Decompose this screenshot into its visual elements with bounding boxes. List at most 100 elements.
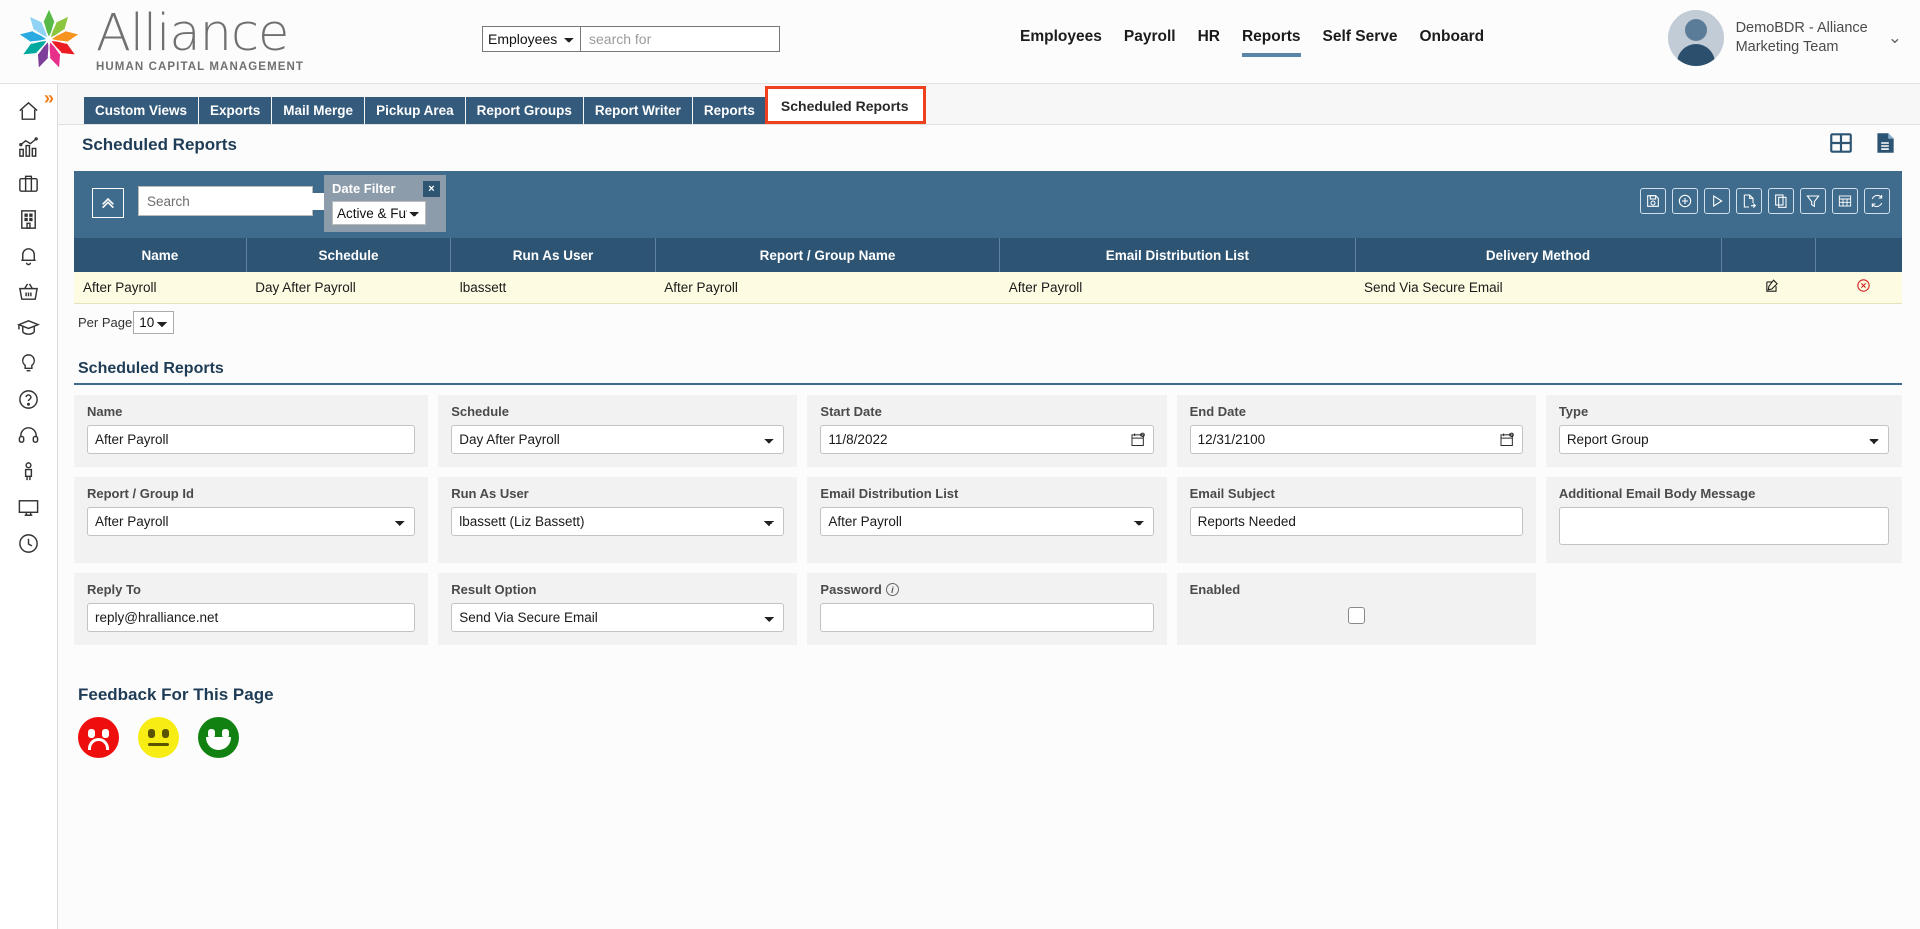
- per-page-control: Per Page 10: [74, 310, 1902, 334]
- col-delivery-method[interactable]: Delivery Method: [1355, 238, 1722, 272]
- run-as-user-select[interactable]: lbassett (Liz Bassett): [451, 506, 785, 536]
- date-filter-select[interactable]: Active & Future: [332, 201, 426, 225]
- sidebar-expand-icon[interactable]: »: [44, 88, 54, 109]
- building-icon[interactable]: [14, 204, 44, 234]
- grid-search-box[interactable]: [138, 186, 339, 216]
- field-password: Password i: [807, 572, 1167, 645]
- basket-icon[interactable]: [14, 276, 44, 306]
- person-icon[interactable]: [14, 456, 44, 486]
- calendar-icon: [1500, 432, 1514, 446]
- report-group-id-select[interactable]: After Payroll: [87, 506, 416, 536]
- calendar-icon: [1131, 432, 1145, 446]
- reply-to-input[interactable]: [87, 602, 416, 632]
- export-doc-icon[interactable]: [1736, 188, 1762, 214]
- cell-run-as-user: lbassett: [450, 272, 656, 304]
- nav-hr[interactable]: HR: [1198, 28, 1220, 57]
- tab-scheduled-reports[interactable]: Scheduled Reports: [769, 91, 920, 121]
- per-page-select[interactable]: 10: [133, 310, 175, 334]
- neutral-face-icon[interactable]: [138, 716, 179, 758]
- filter-funnel-icon[interactable]: [1800, 188, 1826, 214]
- table-row[interactable]: After Payroll Day After Payroll lbassett…: [74, 272, 1902, 304]
- search-input[interactable]: [580, 26, 780, 52]
- analytics-icon[interactable]: [14, 132, 44, 162]
- home-icon[interactable]: [14, 96, 44, 126]
- field-email-subject: Email Subject: [1176, 476, 1536, 563]
- copy-icon[interactable]: [1768, 188, 1794, 214]
- tab-report-writer[interactable]: Report Writer: [583, 97, 692, 124]
- nav-onboard[interactable]: Onboard: [1420, 28, 1485, 57]
- graduation-cap-icon[interactable]: [14, 312, 44, 342]
- additional-email-body-textarea[interactable]: [1558, 506, 1890, 545]
- nav-payroll[interactable]: Payroll: [1124, 28, 1176, 57]
- tab-reports[interactable]: Reports: [692, 97, 766, 124]
- col-run-as-user[interactable]: Run As User: [450, 238, 656, 272]
- bell-icon[interactable]: [14, 240, 44, 270]
- schedule-select[interactable]: Day After Payroll: [451, 424, 785, 454]
- nav-reports[interactable]: Reports: [1241, 28, 1301, 57]
- field-email-subject-label: Email Subject: [1189, 485, 1275, 501]
- briefcase-icon[interactable]: [14, 168, 44, 198]
- col-report-group-name[interactable]: Report / Group Name: [655, 238, 1001, 272]
- detail-section-title: Scheduled Reports: [78, 359, 224, 377]
- user-menu[interactable]: DemoBDR - Alliance Marketing Team ⌄: [1667, 10, 1902, 66]
- result-option-select[interactable]: Send Via Secure Email: [451, 602, 785, 632]
- nav-self-serve[interactable]: Self Serve: [1323, 28, 1398, 57]
- table-grid-icon[interactable]: [1832, 188, 1858, 214]
- email-subject-input[interactable]: [1189, 506, 1523, 536]
- row-edit-button[interactable]: [1721, 272, 1816, 304]
- tab-exports[interactable]: Exports: [199, 97, 272, 124]
- password-input[interactable]: [820, 602, 1154, 632]
- lightbulb-icon[interactable]: [14, 348, 44, 378]
- col-name[interactable]: Name: [74, 238, 247, 272]
- cell-report-group-name: After Payroll: [655, 272, 1000, 304]
- enabled-checkbox[interactable]: [1347, 606, 1365, 624]
- brand-logo[interactable]: Alliance HUMAN CAPITAL MANAGEMENT: [10, 4, 304, 78]
- nav-employees[interactable]: Employees: [1020, 28, 1102, 57]
- field-result-option-label: Result Option: [451, 581, 537, 597]
- chevron-down-icon[interactable]: ⌄: [1888, 28, 1902, 48]
- dashboard-grid-icon[interactable]: [1828, 130, 1854, 161]
- field-reply-to: Reply To: [74, 572, 429, 645]
- left-icon-rail: [0, 84, 58, 929]
- field-end-date: End Date: [1176, 394, 1536, 467]
- name-input[interactable]: [87, 424, 416, 454]
- grid-search-input[interactable]: [145, 192, 326, 210]
- monitor-icon[interactable]: [14, 492, 44, 522]
- tab-mail-merge[interactable]: Mail Merge: [272, 97, 365, 124]
- date-filter-close-icon[interactable]: ×: [423, 181, 440, 197]
- run-play-icon[interactable]: [1704, 188, 1730, 214]
- user-name-line2: Marketing Team: [1735, 39, 1839, 55]
- delete-circle-icon: [1857, 279, 1870, 292]
- form-row-1: Name Schedule Day After Payroll Start Da…: [74, 394, 1903, 467]
- info-icon[interactable]: i: [885, 582, 899, 596]
- question-circle-icon[interactable]: [14, 384, 44, 414]
- row-delete-button[interactable]: [1815, 272, 1902, 304]
- field-enabled-label: Enabled: [1189, 581, 1241, 597]
- field-type-label: Type: [1558, 403, 1589, 419]
- email-distribution-list-select[interactable]: After Payroll: [820, 506, 1154, 536]
- scheduled-reports-table: Name Schedule Run As User Report / Group…: [74, 238, 1902, 304]
- headset-icon[interactable]: [14, 420, 44, 450]
- field-reply-to-label: Reply To: [87, 581, 141, 597]
- tab-pickup-area[interactable]: Pickup Area: [365, 97, 465, 124]
- clock-icon[interactable]: [14, 528, 44, 558]
- col-schedule[interactable]: Schedule: [246, 238, 452, 272]
- sad-face-icon[interactable]: [78, 716, 119, 758]
- feedback-title: Feedback For This Page: [78, 684, 274, 704]
- brand-tagline: HUMAN CAPITAL MANAGEMENT: [96, 61, 305, 73]
- happy-face-icon[interactable]: [198, 716, 239, 758]
- refresh-sync-icon[interactable]: [1864, 188, 1890, 214]
- start-date-input[interactable]: [820, 424, 1154, 454]
- document-icon[interactable]: [1872, 130, 1898, 161]
- form-row-2: Report / Group Id After Payroll Run As U…: [74, 476, 1903, 563]
- save-icon[interactable]: [1640, 188, 1666, 214]
- search-scope-select[interactable]: Employees: [482, 26, 580, 52]
- add-circle-icon[interactable]: [1672, 188, 1698, 214]
- end-date-input[interactable]: [1189, 424, 1523, 454]
- collapse-panel-button[interactable]: [92, 188, 124, 218]
- tab-report-groups[interactable]: Report Groups: [465, 97, 583, 124]
- avatar: [1667, 10, 1724, 66]
- tab-custom-views[interactable]: Custom Views: [84, 97, 199, 124]
- col-email-distribution-list[interactable]: Email Distribution List: [999, 238, 1356, 272]
- type-select[interactable]: Report Group: [1558, 424, 1890, 454]
